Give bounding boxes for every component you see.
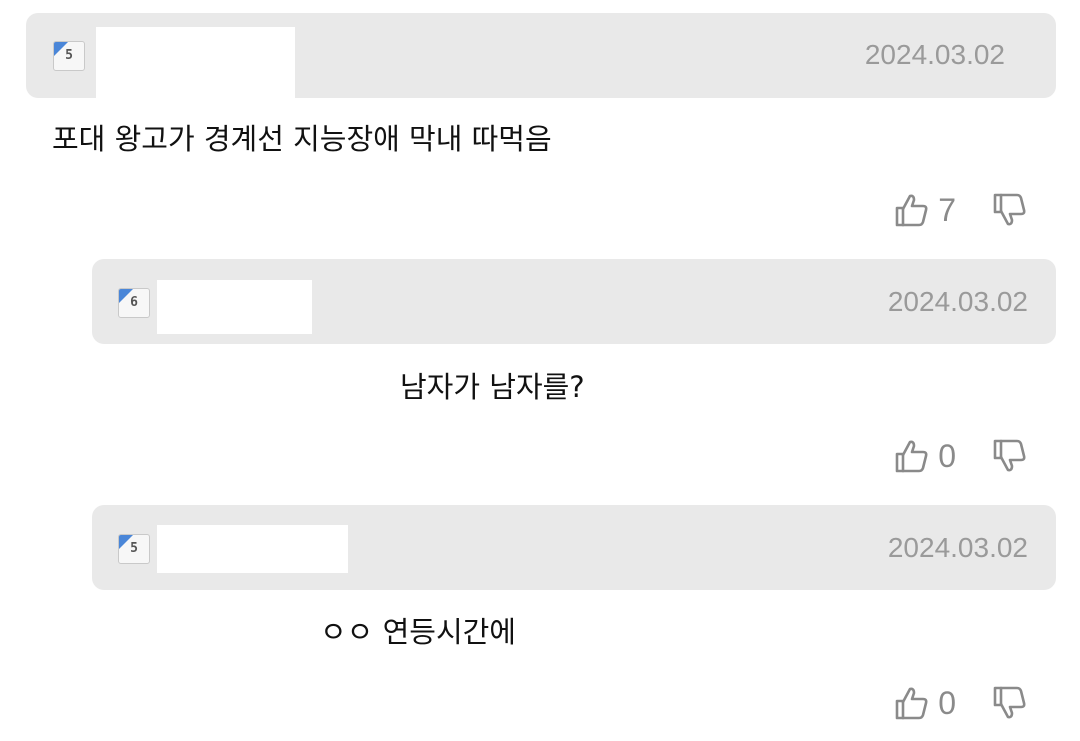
redacted-username [157, 280, 312, 334]
thumbs-down-icon[interactable] [990, 191, 1028, 229]
comment-header: 5 2024.03.02 [92, 505, 1056, 590]
thumbs-down-icon[interactable] [990, 684, 1028, 722]
user-level: 5 [130, 541, 138, 556]
comment-date: 2024.03.02 [887, 532, 1028, 563]
vote-controls: 0 [892, 436, 1028, 476]
comment-date: 2024.03.02 [887, 286, 1028, 317]
comment-date: 2024.03.02 [864, 39, 1005, 70]
comment-header: 5 2024.03.02 [26, 13, 1056, 98]
thumbs-up-icon[interactable] [892, 437, 930, 475]
user-level: 5 [65, 48, 73, 63]
comment-text: ㅇㅇ 연등시간에 [320, 615, 516, 649]
thumbs-up-icon[interactable] [892, 684, 930, 722]
comment-text: 남자가 남자를? [400, 370, 585, 404]
comment-reply: 6 2024.03.02 남자가 남자를? 0 [0, 245, 1080, 493]
like-count: 0 [938, 685, 956, 721]
user-level-badge: 6 [118, 288, 150, 318]
comment-header: 6 2024.03.02 [92, 259, 1056, 344]
user-level: 6 [130, 295, 138, 310]
comment-reply: 5 2024.03.02 ㅇㅇ 연등시간에 0 [0, 493, 1080, 741]
user-level-badge: 5 [118, 534, 150, 564]
comment-text: 포대 왕고가 경계선 지능장애 막내 따먹음 [52, 122, 552, 156]
vote-controls: 7 [892, 190, 1028, 230]
thumbs-up-icon[interactable] [892, 191, 930, 229]
like-count: 7 [938, 192, 956, 228]
thumbs-down-icon[interactable] [990, 437, 1028, 475]
redacted-username [96, 27, 295, 98]
vote-controls: 0 [892, 683, 1028, 723]
redacted-username [157, 525, 348, 573]
user-level-badge: 5 [53, 41, 85, 71]
comment: 5 2024.03.02 포대 왕고가 경계선 지능장애 막내 따먹음 7 [0, 0, 1080, 245]
like-count: 0 [938, 438, 956, 474]
